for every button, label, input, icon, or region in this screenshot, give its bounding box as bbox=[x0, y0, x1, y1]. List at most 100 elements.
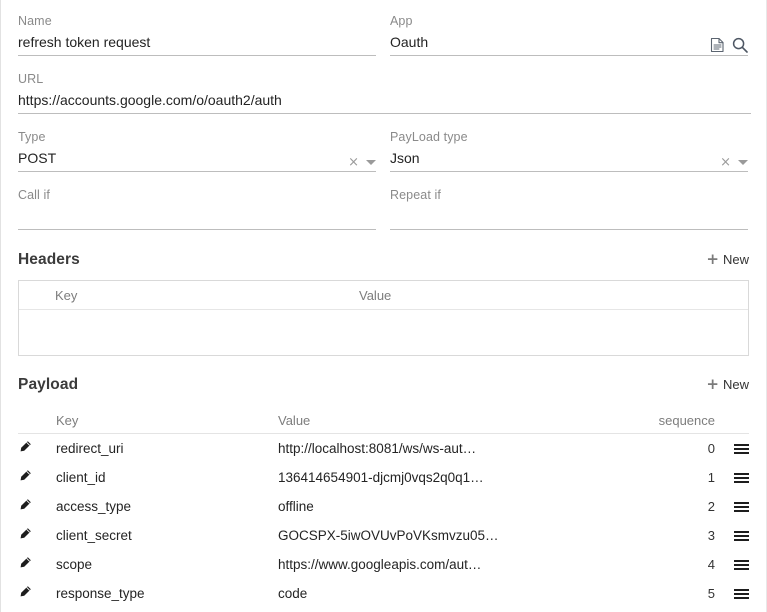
form-row-url: URL https://accounts.google.com/o/oauth2… bbox=[18, 58, 749, 116]
payload-table: Key Value sequence redirect_urihttp://lo… bbox=[18, 407, 749, 608]
type-select[interactable]: POST × bbox=[18, 149, 376, 172]
payload-row-value: code bbox=[278, 586, 655, 601]
field-repeat-if: Repeat if bbox=[390, 174, 748, 232]
pencil-icon[interactable] bbox=[18, 556, 32, 570]
payload-row-key: access_type bbox=[56, 499, 278, 514]
plus-icon: + bbox=[706, 253, 719, 266]
payload-row-key: response_type bbox=[56, 586, 278, 601]
drag-cell bbox=[715, 470, 749, 485]
table-row[interactable]: client_secretGOCSPX-5iwOVUvPoVKsmvzu05…3 bbox=[18, 521, 749, 550]
pencil-icon[interactable] bbox=[18, 469, 32, 483]
form-row-conditions: Call if Repeat if bbox=[18, 174, 749, 232]
call-if-label: Call if bbox=[18, 187, 376, 203]
app-adornments bbox=[710, 37, 748, 53]
edit-cell bbox=[18, 585, 56, 602]
drag-handle-icon[interactable] bbox=[734, 560, 749, 570]
field-app: App Oauth bbox=[390, 0, 748, 58]
drag-handle-icon[interactable] bbox=[734, 473, 749, 483]
edit-cell bbox=[18, 469, 56, 486]
payload-type-select[interactable]: Json × bbox=[390, 149, 748, 172]
pencil-icon[interactable] bbox=[18, 527, 32, 541]
drag-cell bbox=[715, 441, 749, 456]
name-input[interactable]: refresh token request bbox=[18, 33, 376, 56]
table-row[interactable]: response_typecode5 bbox=[18, 579, 749, 608]
payload-table-body: redirect_urihttp://localhost:8081/ws/ws-… bbox=[18, 434, 749, 608]
app-value: Oauth bbox=[390, 33, 748, 52]
type-adornments: × bbox=[348, 157, 376, 169]
headers-table: Key Value bbox=[18, 280, 749, 356]
form-row-type: Type POST × PayLoad type Json × bbox=[18, 116, 749, 174]
payload-row-sequence: 5 bbox=[655, 586, 715, 601]
headers-title: Headers bbox=[18, 251, 80, 269]
repeat-if-input[interactable] bbox=[390, 207, 748, 230]
payload-row-key: client_id bbox=[56, 470, 278, 485]
name-label: Name bbox=[18, 13, 376, 29]
url-label: URL bbox=[18, 71, 751, 87]
drag-handle-icon[interactable] bbox=[734, 531, 749, 541]
app-input[interactable]: Oauth bbox=[390, 33, 748, 56]
payload-row-value: http://localhost:8081/ws/ws-aut… bbox=[278, 441, 655, 456]
drag-cell bbox=[715, 586, 749, 601]
repeat-if-label: Repeat if bbox=[390, 187, 748, 203]
pencil-icon[interactable] bbox=[18, 440, 32, 454]
app-label: App bbox=[390, 13, 748, 29]
drag-handle-icon[interactable] bbox=[734, 589, 749, 599]
url-input[interactable]: https://accounts.google.com/o/oauth2/aut… bbox=[18, 91, 751, 114]
payload-row-sequence: 1 bbox=[655, 470, 715, 485]
payload-row-sequence: 4 bbox=[655, 557, 715, 572]
name-value: refresh token request bbox=[18, 33, 376, 52]
edit-cell bbox=[18, 527, 56, 544]
table-row[interactable]: redirect_urihttp://localhost:8081/ws/ws-… bbox=[18, 434, 749, 463]
chevron-down-icon[interactable] bbox=[366, 160, 376, 165]
edit-cell bbox=[18, 440, 56, 457]
payload-row-value: https://www.googleapis.com/aut… bbox=[278, 557, 655, 572]
headers-section-header: Headers + New bbox=[1, 250, 766, 269]
field-name: Name refresh token request bbox=[18, 0, 376, 58]
headers-column-value: Value bbox=[359, 288, 748, 303]
payload-row-sequence: 3 bbox=[655, 528, 715, 543]
pencil-icon[interactable] bbox=[18, 498, 32, 512]
payload-row-sequence: 2 bbox=[655, 499, 715, 514]
table-row[interactable]: scopehttps://www.googleapis.com/aut…4 bbox=[18, 550, 749, 579]
payload-row-value: GOCSPX-5iwOVUvPoVKsmvzu05… bbox=[278, 528, 655, 543]
payload-type-label: PayLoad type bbox=[390, 129, 748, 145]
headers-table-header-row: Key Value bbox=[19, 281, 748, 310]
form-row-name-app: Name refresh token request App Oauth bbox=[18, 0, 749, 58]
payload-row-value: offline bbox=[278, 499, 655, 514]
payload-column-value: Value bbox=[278, 413, 655, 428]
payload-row-key: client_secret bbox=[56, 528, 278, 543]
pencil-icon[interactable] bbox=[18, 585, 32, 599]
plus-icon: + bbox=[706, 378, 719, 391]
document-icon[interactable] bbox=[710, 37, 725, 53]
drag-handle-icon[interactable] bbox=[734, 444, 749, 454]
table-row[interactable]: client_id136414654901-djcmj0vqs2q0q1…1 bbox=[18, 463, 749, 492]
drag-cell bbox=[715, 557, 749, 572]
field-url: URL https://accounts.google.com/o/oauth2… bbox=[18, 58, 751, 116]
headers-new-label: New bbox=[723, 252, 749, 267]
clear-icon[interactable]: × bbox=[720, 157, 731, 169]
call-if-input[interactable] bbox=[18, 207, 376, 230]
headers-table-body-empty bbox=[19, 310, 748, 355]
drag-cell bbox=[715, 528, 749, 543]
payload-row-value: 136414654901-djcmj0vqs2q0q1… bbox=[278, 470, 655, 485]
field-call-if: Call if bbox=[18, 174, 376, 232]
headers-new-button[interactable]: + New bbox=[706, 250, 749, 269]
chevron-down-icon[interactable] bbox=[738, 160, 748, 165]
table-row[interactable]: access_typeoffline2 bbox=[18, 492, 749, 521]
payload-row-key: redirect_uri bbox=[56, 441, 278, 456]
payload-type-adornments: × bbox=[720, 157, 748, 169]
edit-cell bbox=[18, 556, 56, 573]
payload-new-label: New bbox=[723, 377, 749, 392]
field-type: Type POST × bbox=[18, 116, 376, 174]
payload-section-header: Payload + New bbox=[1, 375, 766, 394]
search-icon[interactable] bbox=[732, 37, 748, 53]
request-form: Name refresh token request App Oauth bbox=[1, 0, 766, 232]
payload-row-sequence: 0 bbox=[655, 441, 715, 456]
drag-handle-icon[interactable] bbox=[734, 502, 749, 512]
type-value: POST bbox=[18, 149, 376, 168]
payload-row-key: scope bbox=[56, 557, 278, 572]
payload-type-value: Json bbox=[390, 149, 748, 168]
payload-new-button[interactable]: + New bbox=[706, 375, 749, 394]
clear-icon[interactable]: × bbox=[348, 157, 359, 169]
type-label: Type bbox=[18, 129, 376, 145]
